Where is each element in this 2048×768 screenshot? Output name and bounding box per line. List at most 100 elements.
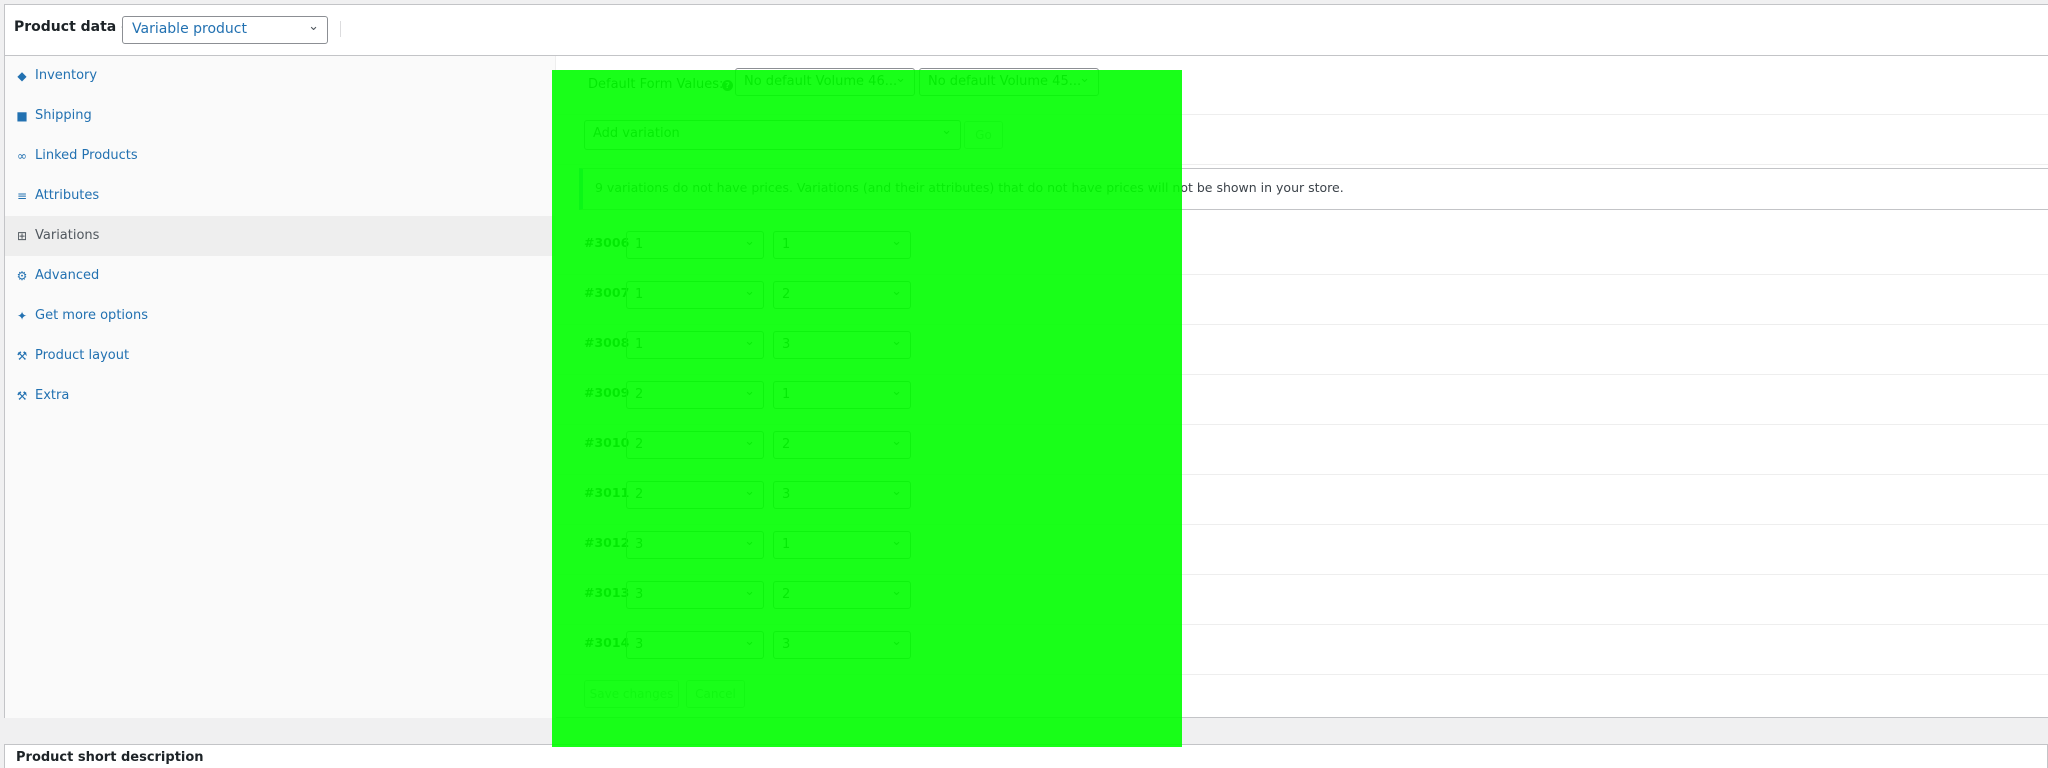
variation-attribute-select-2[interactable]: 3 ⌄ xyxy=(773,631,911,659)
variation-id: #3008 xyxy=(584,335,630,350)
tab-product-layout[interactable]: ⚒ Product layout xyxy=(5,336,555,376)
tab-attributes[interactable]: ≡ Attributes xyxy=(5,176,555,216)
wrench-icon: ⚒ xyxy=(16,349,28,363)
tab-inventory[interactable]: ◆ Inventory xyxy=(5,56,555,96)
divider xyxy=(556,324,2048,325)
chevron-down-icon: ⌄ xyxy=(744,284,755,299)
tab-label: Inventory xyxy=(35,68,98,83)
variation-attribute-value: 3 xyxy=(782,337,791,352)
chevron-down-icon: ⌄ xyxy=(891,334,902,349)
divider xyxy=(556,424,2048,425)
tab-linked-products[interactable]: ∞ Linked Products xyxy=(5,136,555,176)
variation-attribute-select-2[interactable]: 3 ⌄ xyxy=(773,331,911,359)
tab-variations[interactable]: ⊞ Variations xyxy=(5,216,555,256)
variation-attribute-value: 2 xyxy=(782,437,791,452)
variation-attribute-select-2[interactable]: 1 ⌄ xyxy=(773,231,911,259)
chevron-down-icon: ⌄ xyxy=(744,534,755,549)
link-icon: ∞ xyxy=(17,149,27,163)
variation-attribute-select-2[interactable]: 2 ⌄ xyxy=(773,431,911,459)
variation-id: #3007 xyxy=(584,285,630,300)
variation-attribute-select-2[interactable]: 1 ⌄ xyxy=(773,531,911,559)
tab-extra[interactable]: ⚒ Extra xyxy=(5,376,555,416)
variation-attribute-value: 2 xyxy=(782,287,791,302)
chevron-down-icon: ⌄ xyxy=(744,334,755,349)
chevron-down-icon: ⌄ xyxy=(941,123,952,138)
default-volume-select-1[interactable]: No default Volume 46... ⌄ xyxy=(735,68,915,96)
variation-attribute-select-2[interactable]: 2 ⌄ xyxy=(773,281,911,309)
product-data-tabs: ◆ Inventory ■ Shipping ∞ Linked Products ≡ Attr… xyxy=(5,56,556,718)
product-type-select[interactable]: Variable product ⌄ xyxy=(122,16,328,44)
variation-attribute-select-1[interactable]: 1 ⌄ xyxy=(626,231,764,259)
default-volume-value-2: No default Volume 45... xyxy=(928,74,1082,89)
tab-shipping[interactable]: ■ Shipping xyxy=(5,96,555,136)
variation-attribute-value: 1 xyxy=(635,237,644,252)
chevron-down-icon: ⌄ xyxy=(891,384,902,399)
variation-attribute-value: 3 xyxy=(782,637,791,652)
variation-attribute-value: 2 xyxy=(635,387,644,402)
variation-attribute-value: 3 xyxy=(782,487,791,502)
add-variation-select[interactable]: Add variation ⌄ xyxy=(584,120,961,150)
go-button[interactable]: Go xyxy=(964,121,1003,149)
variation-id: #3011 xyxy=(584,485,630,500)
tab-label: Extra xyxy=(35,388,70,403)
tab-label: Product layout xyxy=(35,348,130,363)
grid-icon: ⊞ xyxy=(16,229,28,243)
variation-attribute-select-1[interactable]: 1 ⌄ xyxy=(626,281,764,309)
variation-id: #3013 xyxy=(584,585,630,600)
variation-attribute-value: 3 xyxy=(635,637,644,652)
help-icon[interactable]: ? xyxy=(722,80,733,91)
chevron-down-icon: ⌄ xyxy=(891,634,902,649)
divider xyxy=(556,114,2048,115)
variation-attribute-value: 2 xyxy=(635,487,644,502)
variation-attribute-select-2[interactable]: 2 ⌄ xyxy=(773,581,911,609)
chevron-down-icon: ⌄ xyxy=(891,534,902,549)
variation-attribute-select-1[interactable]: 2 ⌄ xyxy=(626,481,764,509)
wrench-icon: ⚒ xyxy=(16,389,28,403)
product-short-description-label: Product short description xyxy=(16,750,204,765)
save-changes-button[interactable]: Save changes xyxy=(584,680,679,708)
tab-label: Linked Products xyxy=(35,148,138,163)
chevron-down-icon: ⌄ xyxy=(744,384,755,399)
cancel-button[interactable]: Cancel xyxy=(686,680,745,708)
tab-get-more-options[interactable]: ✦ Get more options xyxy=(5,296,555,336)
variation-attribute-value: 3 xyxy=(635,537,644,552)
variation-attribute-select-1[interactable]: 2 ⌄ xyxy=(626,381,764,409)
product-data-header: Product data — Variable product ⌄ xyxy=(5,5,2048,56)
default-form-values-label: Default Form Values: xyxy=(588,77,724,92)
divider xyxy=(556,474,2048,475)
chevron-down-icon: ⌄ xyxy=(891,484,902,499)
divider xyxy=(556,274,2048,275)
variation-attribute-select-1[interactable]: 3 ⌄ xyxy=(626,581,764,609)
list-icon: ≡ xyxy=(16,189,28,203)
variation-attribute-select-2[interactable]: 1 ⌄ xyxy=(773,381,911,409)
variation-id: #3014 xyxy=(584,635,630,650)
product-data-title: Product data — xyxy=(14,19,136,35)
tag-icon: ◆ xyxy=(17,69,27,83)
default-volume-select-2[interactable]: No default Volume 45... ⌄ xyxy=(919,68,1099,96)
chevron-down-icon: ⌄ xyxy=(744,484,755,499)
add-variation-value: Add variation xyxy=(593,126,680,141)
variation-attribute-select-1[interactable]: 3 ⌄ xyxy=(626,631,764,659)
variation-attribute-value: 1 xyxy=(635,287,644,302)
chevron-down-icon: ⌄ xyxy=(891,434,902,449)
variation-attribute-select-1[interactable]: 1 ⌄ xyxy=(626,331,764,359)
chevron-down-icon: ⌄ xyxy=(1079,71,1090,86)
divider xyxy=(556,374,2048,375)
divider xyxy=(556,524,2048,525)
variation-attribute-select-1[interactable]: 2 ⌄ xyxy=(626,431,764,459)
chevron-down-icon: ⌄ xyxy=(891,584,902,599)
header-divider xyxy=(340,21,341,37)
variation-attribute-select-1[interactable]: 3 ⌄ xyxy=(626,531,764,559)
truck-icon: ■ xyxy=(16,109,28,123)
divider xyxy=(556,674,2048,675)
variation-id: #3009 xyxy=(584,385,630,400)
variation-attribute-value: 1 xyxy=(782,387,791,402)
tab-label: Variations xyxy=(35,228,100,243)
variation-attribute-value: 1 xyxy=(635,337,644,352)
tab-advanced[interactable]: ⚙ Advanced xyxy=(5,256,555,296)
variation-attribute-select-2[interactable]: 3 ⌄ xyxy=(773,481,911,509)
chevron-down-icon: ⌄ xyxy=(744,634,755,649)
variation-id: #3006 xyxy=(584,235,630,250)
variation-attribute-value: 1 xyxy=(782,237,791,252)
chevron-down-icon: ⌄ xyxy=(895,71,906,86)
